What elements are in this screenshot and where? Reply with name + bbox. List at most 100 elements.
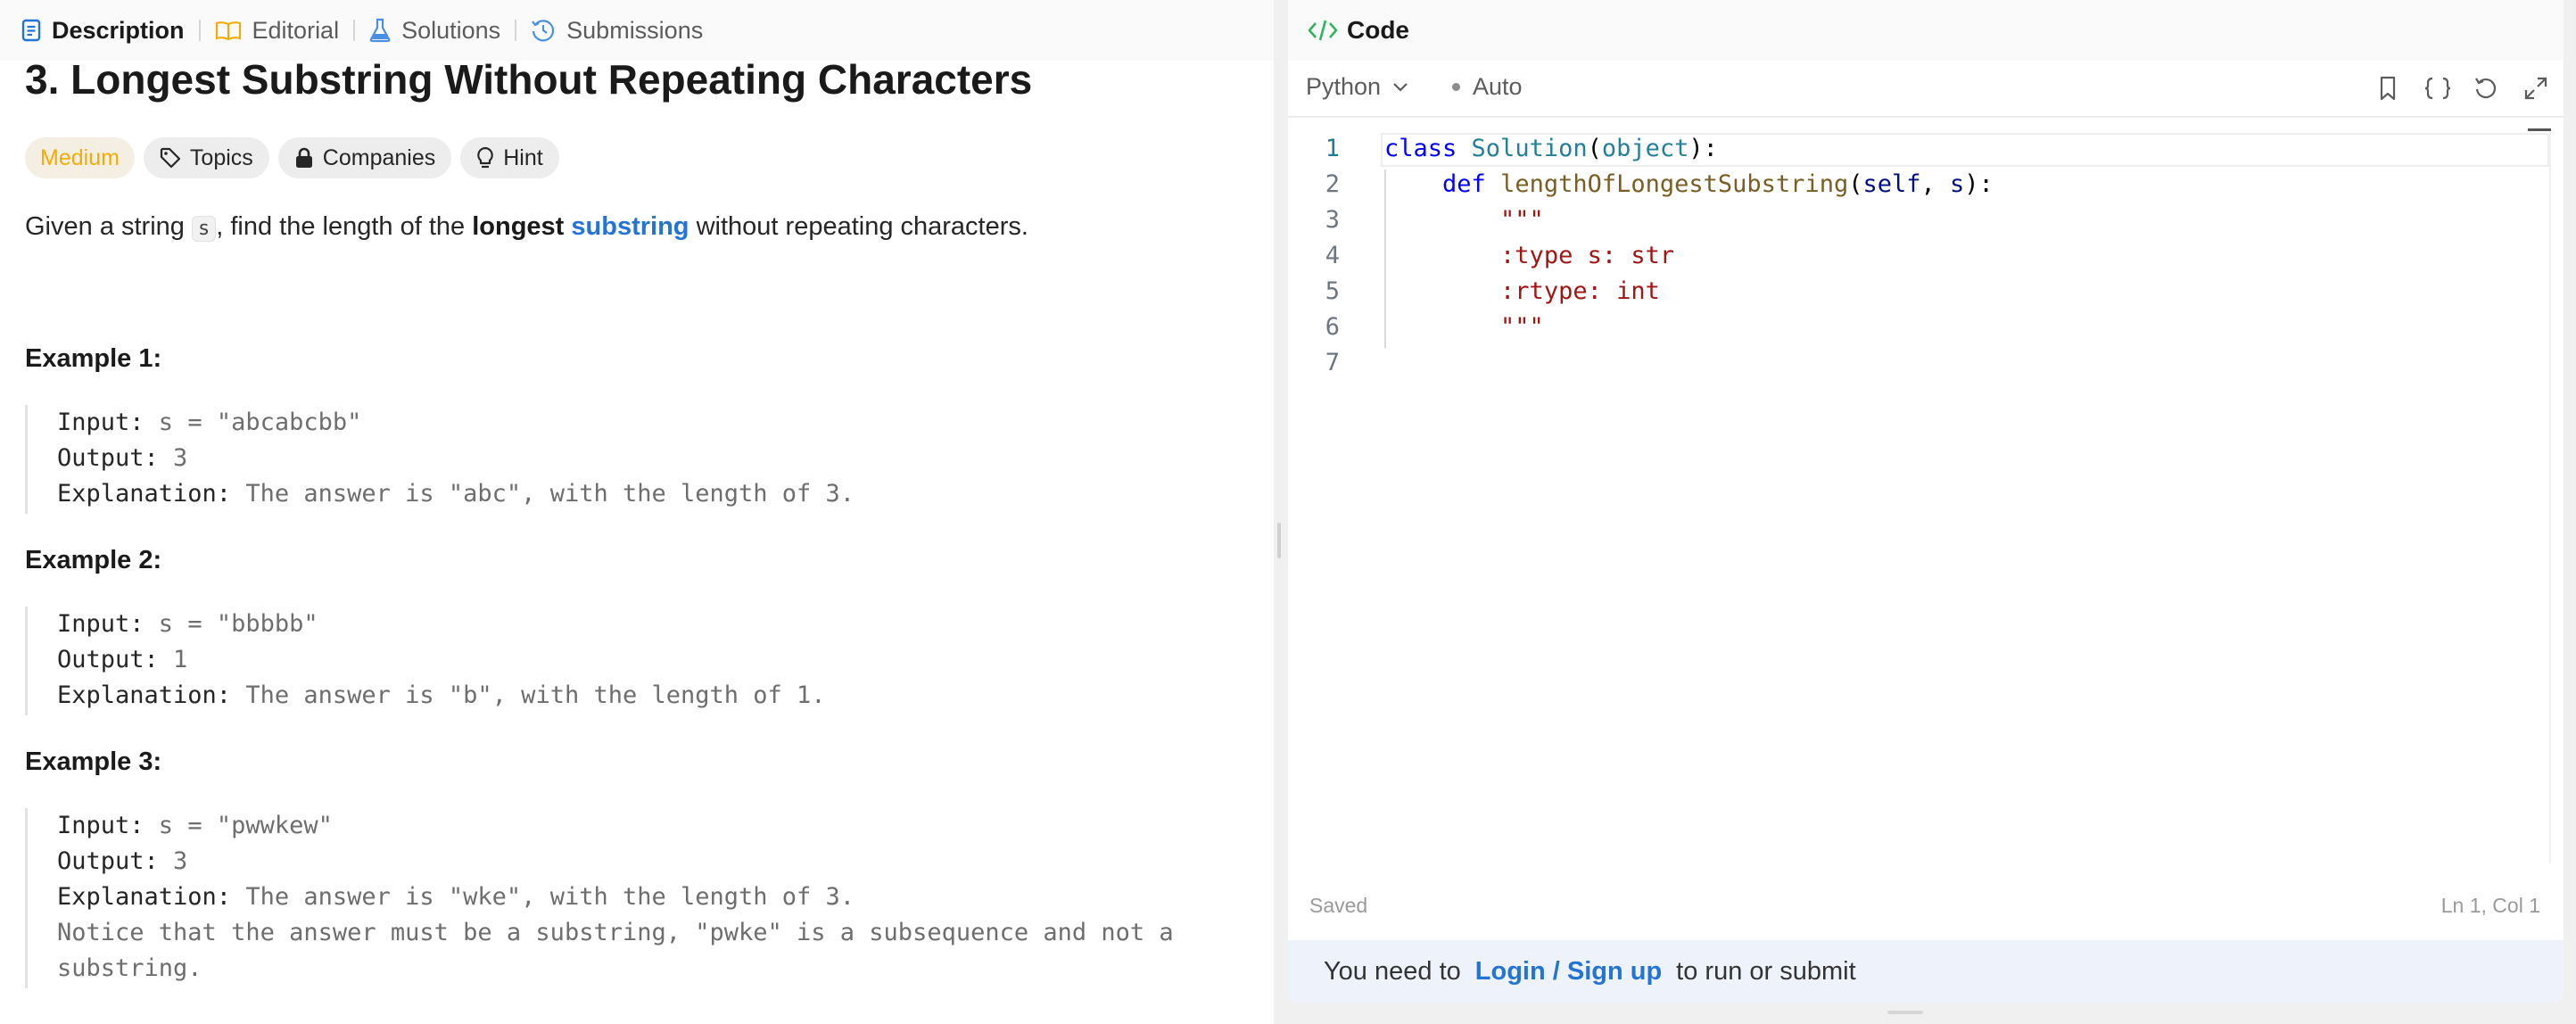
tab-editorial-label: Editorial xyxy=(252,16,340,44)
desc-text: Given a string xyxy=(25,212,192,241)
login-suffix: to run or submit xyxy=(1676,956,1856,986)
explanation-value: The answer is "wke", with the length of … xyxy=(231,883,855,911)
input-label: Input: xyxy=(57,409,144,436)
code-line: """ xyxy=(1384,313,1544,341)
output-value: 3 xyxy=(158,444,188,472)
output-label: Output: xyxy=(57,444,159,472)
problem-description: Given a string s, find the length of the… xyxy=(25,211,1028,245)
problem-title: 3. Longest Substring Without Repeating C… xyxy=(25,56,1033,103)
substring-link[interactable]: substring xyxy=(571,212,689,241)
line-number: 1 xyxy=(1325,135,1340,162)
code-token: """ xyxy=(1500,206,1544,234)
difficulty-badge: Medium xyxy=(25,137,135,178)
code-token: lengthOfLongestSubstring xyxy=(1500,170,1849,198)
desc-bold: longest xyxy=(472,212,565,241)
explanation-label: Explanation: xyxy=(57,681,232,709)
code-line: class Solution(object): xyxy=(1384,135,1718,162)
tab-divider xyxy=(198,20,201,41)
bookmark-icon[interactable] xyxy=(2376,75,2399,102)
scrollbar-cursor-marker xyxy=(2528,128,2551,131)
code-token: object xyxy=(1601,135,1689,162)
line-number: 7 xyxy=(1325,349,1340,376)
code-tab-label[interactable]: Code xyxy=(1347,16,1409,45)
description-panel: Description Editorial Solutions Submissi… xyxy=(0,0,1274,1024)
example-block: Input: s = "abcabcbb" Output: 3 Explanatio… xyxy=(25,405,1247,514)
code-token: :rtype: int xyxy=(1500,277,1660,305)
input-value: s = "bbbbb" xyxy=(144,610,318,638)
code-token: def xyxy=(1442,170,1486,198)
saved-status: Saved xyxy=(1309,894,1368,917)
line-number: 2 xyxy=(1325,170,1340,198)
explanation-label: Explanation: xyxy=(57,883,232,911)
left-tab-bar: Description Editorial Solutions Submissi… xyxy=(0,0,1274,61)
lightbulb-icon xyxy=(477,146,494,169)
document-icon xyxy=(21,19,41,42)
example-block: Input: s = "pwwkew" Output: 3 Explanation:… xyxy=(25,808,1247,988)
tag-icon xyxy=(160,147,181,169)
code-token: s xyxy=(1950,170,1965,198)
code-panel: Code Python Auto 1 2 3 4 5 6 7 class Sol… xyxy=(1288,0,2564,1003)
expand-icon[interactable] xyxy=(2522,75,2549,102)
desc-text: without repeating characters. xyxy=(689,212,1028,241)
line-number: 3 xyxy=(1325,206,1340,234)
code-token: """ xyxy=(1500,313,1544,341)
example-title: Example 1: xyxy=(25,344,162,373)
editor-toolbar: Python Auto xyxy=(1288,61,2564,118)
code-token: ( xyxy=(1848,170,1863,198)
code-line: :rtype: int xyxy=(1384,277,1660,305)
code-line: """ xyxy=(1384,206,1544,234)
line-number: 5 xyxy=(1325,277,1340,305)
code-token: ( xyxy=(1587,135,1602,162)
tab-submissions[interactable]: Submissions xyxy=(524,0,710,61)
mode-label: Auto xyxy=(1473,73,1523,100)
tab-solutions[interactable]: Solutions xyxy=(362,0,508,61)
code-token: ): xyxy=(1688,135,1718,162)
login-signup-link[interactable]: Login / Sign up xyxy=(1475,957,1662,987)
hint-label: Hint xyxy=(503,145,543,170)
mode-indicator[interactable]: Auto xyxy=(1452,73,1523,101)
example-title: Example 3: xyxy=(25,747,162,776)
reset-icon[interactable] xyxy=(2473,75,2499,102)
input-label: Input: xyxy=(57,610,144,638)
language-label: Python xyxy=(1306,73,1382,100)
topics-label: Topics xyxy=(189,145,253,170)
panel-resize-handle[interactable] xyxy=(1277,523,1281,558)
line-number: 6 xyxy=(1325,313,1340,341)
line-number: 4 xyxy=(1325,242,1340,269)
login-prefix: You need to xyxy=(1324,956,1461,986)
editor-status-bar: Saved Ln 1, Col 1 xyxy=(1288,883,2564,924)
code-tab-bar: Code xyxy=(1288,0,2564,61)
note-line: substring. xyxy=(57,954,202,982)
code-icon xyxy=(1308,20,1338,41)
tab-divider xyxy=(353,20,356,41)
code-line: :type s: str xyxy=(1384,242,1674,269)
language-select[interactable]: Python xyxy=(1306,73,1409,101)
history-icon xyxy=(532,20,555,42)
code-editor[interactable]: 1 2 3 4 5 6 7 class Solution(object): de… xyxy=(1288,120,2564,869)
cursor-position: Ln 1, Col 1 xyxy=(2440,894,2540,917)
editor-scrollbar[interactable] xyxy=(2549,132,2551,863)
input-value: s = "pwwkew" xyxy=(144,812,333,839)
output-label: Output: xyxy=(57,646,159,673)
code-token: self xyxy=(1862,170,1921,198)
bottom-resize-handle[interactable] xyxy=(1887,1011,1923,1014)
tab-description[interactable]: Description xyxy=(14,0,192,61)
desc-text: , find the length of the xyxy=(216,212,473,241)
hint-chip[interactable]: Hint xyxy=(460,137,559,178)
problem-chips: Medium Topics Companies Hint xyxy=(25,137,559,178)
chevron-down-icon xyxy=(1393,82,1408,92)
login-prompt-bar: You need to Login / Sign up to run or su… xyxy=(1288,940,2564,1003)
flask-icon xyxy=(369,18,391,43)
output-value: 1 xyxy=(158,646,188,673)
code-token: , xyxy=(1920,170,1951,198)
tab-submissions-label: Submissions xyxy=(566,16,704,44)
tab-editorial[interactable]: Editorial xyxy=(208,0,347,61)
code-token: Solution xyxy=(1471,135,1588,162)
input-label: Input: xyxy=(57,812,144,839)
braces-icon[interactable] xyxy=(2423,75,2453,102)
tab-description-label: Description xyxy=(52,16,185,44)
topics-chip[interactable]: Topics xyxy=(143,137,269,178)
explanation-value: The answer is "b", with the length of 1. xyxy=(231,681,826,709)
companies-chip[interactable]: Companies xyxy=(277,137,452,178)
example-block: Input: s = "bbbbb" Output: 1 Explanation: … xyxy=(25,607,1247,715)
